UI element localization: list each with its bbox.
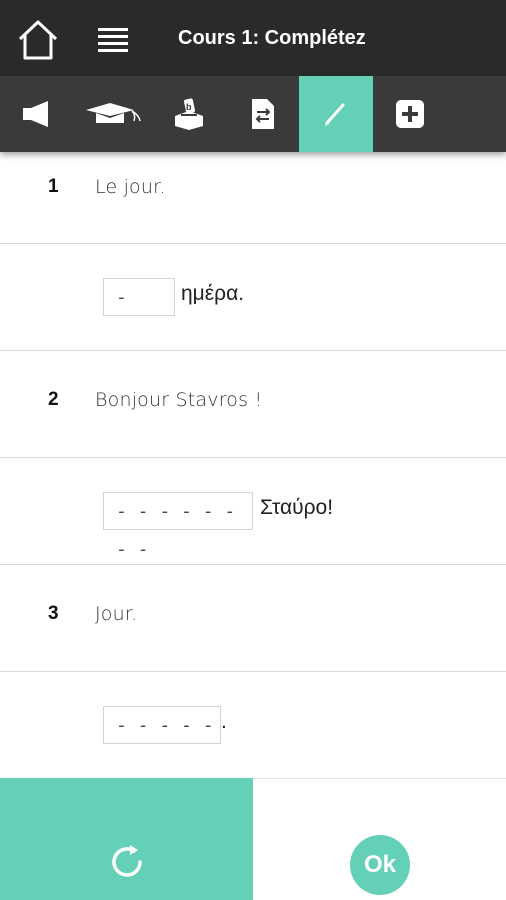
- document-swap-icon: [252, 99, 274, 129]
- page-title: Cours 1: Complétez: [178, 27, 366, 49]
- ballot-box-icon: b: [175, 98, 203, 130]
- answer-row: - - - - - - - - Σταύρο!: [0, 458, 506, 565]
- svg-text:b: b: [186, 102, 192, 112]
- megaphone-icon: [23, 101, 48, 127]
- home-button[interactable]: [15, 17, 61, 63]
- tab-exercise[interactable]: [299, 76, 373, 152]
- graduation-cap-icon: [86, 103, 141, 123]
- answer-row: - - - - - .: [0, 672, 506, 778]
- question-prompt: Le jour.: [95, 176, 166, 198]
- tab-lesson[interactable]: [76, 76, 150, 152]
- tab-bar: b: [0, 76, 506, 152]
- question-row: 3 Jour.: [0, 565, 506, 672]
- exercise-list: 1 Le jour. - ημέρα. 2 Bonjour Stavros ! …: [0, 152, 506, 778]
- app-header: Cours 1: Complétez: [0, 0, 506, 76]
- answer-suffix: ημέρα.: [181, 282, 245, 305]
- pencil-icon: [325, 103, 345, 126]
- answer-suffix: .: [221, 710, 227, 733]
- menu-button[interactable]: [96, 24, 130, 56]
- question-prompt: Jour.: [95, 603, 138, 625]
- tab-add[interactable]: [373, 76, 447, 152]
- ok-button[interactable]: Ok: [350, 835, 410, 895]
- plus-square-icon: [396, 100, 424, 128]
- hamburger-menu-icon: [96, 28, 130, 52]
- question-number: 3: [48, 603, 59, 624]
- answer-suffix: Σταύρο!: [260, 496, 334, 519]
- tab-translate[interactable]: [226, 76, 300, 152]
- reset-button[interactable]: [0, 778, 253, 900]
- refresh-icon: [111, 845, 142, 877]
- question-prompt: Bonjour Stavros !: [95, 389, 263, 411]
- home-icon: [18, 20, 58, 60]
- answer-input[interactable]: - - - - -: [103, 706, 221, 744]
- answer-row: - ημέρα.: [0, 244, 506, 351]
- question-number: 1: [48, 176, 59, 197]
- ok-panel: Ok: [253, 778, 506, 900]
- question-row: 1 Le jour.: [0, 152, 506, 244]
- answer-input[interactable]: -: [103, 278, 175, 316]
- tab-audio[interactable]: [0, 76, 74, 152]
- question-number: 2: [48, 389, 59, 410]
- tab-vote[interactable]: b: [152, 76, 226, 152]
- question-row: 2 Bonjour Stavros !: [0, 351, 506, 458]
- answer-input[interactable]: - - - - - - - -: [103, 492, 253, 560]
